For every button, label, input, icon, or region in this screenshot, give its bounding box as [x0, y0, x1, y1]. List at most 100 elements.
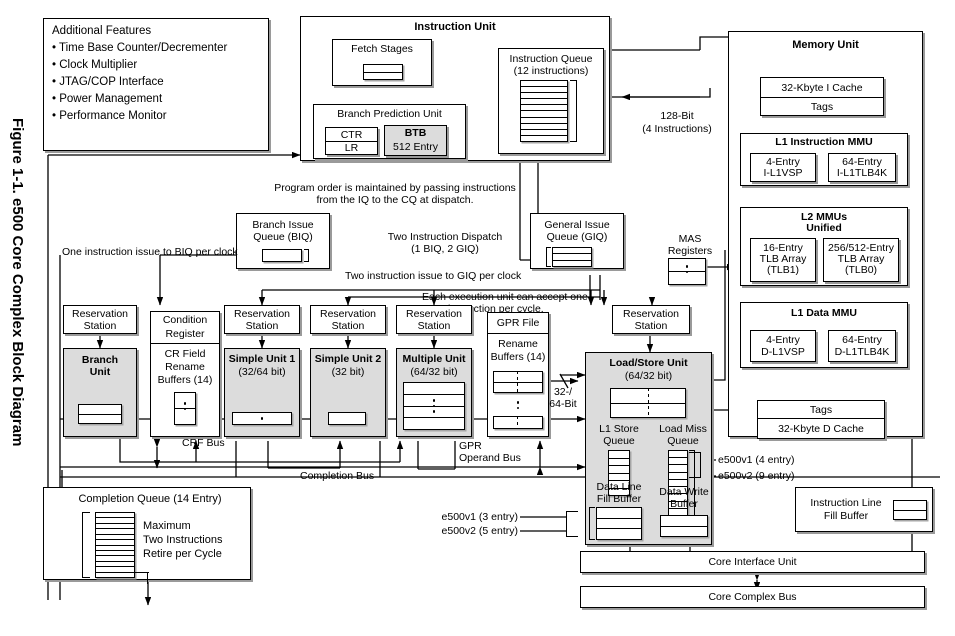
branch-unit-register	[78, 404, 122, 424]
each-exec-unit-note-1: Each execution unit can accept one	[422, 291, 588, 303]
gpr-rename-buffers-label-1: Rename	[498, 338, 538, 350]
completion-queue-entries	[95, 512, 135, 578]
instruction-line-fill-buffer-label-2: Fill Buffer	[823, 510, 869, 522]
simple-unit-1-width: (32/64 bit)	[238, 366, 286, 378]
core-interface-unit-label: Core Interface Unit	[708, 556, 797, 568]
gpr-file-label: GPR File	[496, 317, 540, 329]
bus-width-128bit-label: 128-Bit	[660, 110, 694, 122]
l1-instruction-mmu-title: L1 Instruction MMU	[775, 135, 873, 148]
additional-feature-item: • Time Base Counter/Decrementer	[52, 42, 228, 54]
cr-rename-buffer-dots	[174, 397, 196, 415]
d-cache-tags-label: Tags	[809, 403, 833, 416]
simple-unit-1-label: Simple Unit 1	[228, 353, 296, 365]
dlfb-e500v1-label: e500v1 (3 entry)	[441, 511, 518, 523]
gpr-bus-width-label-1: 32-/	[553, 386, 573, 398]
multiple-unit-label: Multiple Unit	[402, 353, 466, 365]
completion-queue-bracket	[82, 512, 90, 578]
instruction-unit-title: Instruction Unit	[414, 21, 496, 33]
i-l1vsp-label: I-L1VSP	[763, 166, 803, 179]
l1-data-mmu-title: L1 Data MMU	[791, 306, 857, 319]
instruction-queue-entries	[520, 80, 568, 142]
btb-label: BTB	[404, 127, 427, 139]
i-l1tlb4k-label: I-L1TLB4K	[836, 166, 888, 179]
tlb0-name: (TLB0)	[844, 263, 878, 276]
data-write-buffer-label-2: Buffer	[670, 498, 698, 510]
i-cache-tags-label: Tags	[810, 100, 834, 113]
program-order-note-line2: from the IQ to the CQ at dispatch.	[316, 194, 474, 206]
additional-feature-item: • Performance Monitor	[52, 110, 167, 122]
fetch-stages-register	[363, 64, 403, 80]
cr-field-rename-label-3: Buffers (14)	[157, 374, 213, 386]
reservation-station-su1-label: Reservation Station	[233, 307, 291, 332]
completion-queue-note-3: Retire per Cycle	[143, 548, 222, 560]
gpr-rename-buffer-entries-bottom	[493, 416, 543, 429]
crf-bus-label: CRF Bus	[182, 437, 225, 449]
branch-prediction-unit-label: Branch Prediction Unit	[337, 107, 442, 120]
load-store-unit-width: (64/32 bit)	[624, 370, 673, 382]
condition-register-label-1: Condition	[162, 314, 208, 326]
mas-registers-label-2: Registers	[667, 245, 713, 257]
additional-features-title: Additional Features	[52, 25, 152, 37]
dlfb-bracket-inner	[566, 511, 578, 537]
condition-register-label-2: Register	[165, 328, 205, 340]
general-issue-queue-entries	[552, 247, 592, 267]
gpr-operand-bus-label-1: GPR	[459, 440, 482, 452]
mas-registers-label-1: MAS	[678, 233, 702, 245]
completion-bus-label: Completion Bus	[300, 470, 375, 482]
completion-queue-title: Completion Queue (14 Entry)	[78, 493, 222, 505]
load-miss-queue-label-1: Load Miss	[659, 423, 707, 435]
simple-unit-2-width: (32 bit)	[331, 366, 365, 378]
two-instruction-dispatch-label-2: (1 BIQ, 2 GIQ)	[411, 243, 479, 255]
program-order-note-line1: Program order is maintained by passing i…	[274, 182, 516, 194]
branch-issue-queue-label-2: Queue (BIQ)	[253, 230, 313, 243]
lsu-register-dash	[648, 388, 649, 418]
l2-mmus-subtitle: Unified	[806, 221, 842, 234]
d-l1vsp-label: D-L1VSP	[761, 345, 805, 358]
figure-canvas: Figure 1-1. e500 Core Complex Block Diag…	[0, 0, 955, 636]
btb-entries-label: 512 Entry	[393, 141, 438, 153]
simple-unit-2-label: Simple Unit 2	[314, 353, 382, 365]
gpr-rename-buffers-label-2: Buffers (14)	[490, 351, 546, 363]
gpr-operand-bus-label-2: Operand Bus	[459, 452, 521, 464]
gpr-rename-dash-top	[517, 371, 518, 393]
additional-feature-item: • Power Management	[52, 93, 163, 105]
two-issue-giq-label: Two instruction issue to GIQ per clock	[345, 270, 522, 282]
d-cache-label: 32-Kbyte D Cache	[778, 422, 864, 435]
fetch-stages-label: Fetch Stages	[351, 42, 413, 55]
reservation-station-branch-label: Reservation Station	[71, 307, 129, 332]
cr-field-rename-label-2: Rename	[165, 361, 205, 373]
i-cache-label: 32-Kbyte I Cache	[781, 81, 863, 94]
load-miss-queue-bracket-inner	[689, 452, 701, 478]
instruction-queue-bracket	[570, 80, 577, 142]
memory-unit-title: Memory Unit	[792, 39, 859, 51]
data-write-buffer-entries	[660, 515, 708, 537]
dlfb-e500v2-label: e500v2 (5 entry)	[441, 525, 518, 537]
reservation-station-su2-label: Reservation Station	[319, 307, 377, 332]
d-l1tlb4k-label: D-L1TLB4K	[834, 345, 890, 358]
load-miss-queue-label-2: Queue	[667, 435, 699, 447]
lmq-e500v1-label: e500v1 (4 entry)	[718, 454, 795, 466]
gpr-bus-width-label-2: 64-Bit	[549, 398, 577, 410]
cr-field-rename-label-1: CR Field	[164, 348, 206, 360]
data-line-fill-buffer-label-2: Fill Buffer	[596, 493, 642, 505]
general-issue-queue-label-2: Queue (GIQ)	[546, 230, 608, 243]
bus-width-128bit-instructions: (4 Instructions)	[642, 123, 712, 135]
gpr-rename-buffer-dots	[514, 396, 522, 414]
gpr-rename-buffer-entries-top	[493, 371, 543, 393]
completion-queue-note-1: Maximum	[143, 520, 191, 532]
dlfb-bracket-outer	[589, 507, 595, 540]
data-write-buffer-label-1: Data Write	[659, 486, 709, 498]
mas-registers-dots	[668, 262, 706, 276]
l1-store-queue-label-1: L1 Store	[599, 423, 639, 435]
giq-bracket	[546, 247, 551, 267]
completion-queue-note-2: Two Instructions	[143, 534, 223, 546]
data-line-fill-buffer-entries	[596, 507, 642, 540]
load-store-unit-title: Load/Store Unit	[609, 357, 688, 369]
additional-feature-item: • JTAG/COP Interface	[52, 76, 164, 88]
reservation-station-mu-label: Reservation Station	[405, 307, 463, 332]
simple-unit-1-dots	[258, 414, 266, 423]
additional-feature-item: • Clock Multiplier	[52, 59, 138, 71]
tlb1-name: (TLB1)	[766, 263, 800, 276]
ctr-register-label: CTR	[340, 128, 363, 141]
one-issue-biq-label: One instruction issue to BIQ per clock	[62, 246, 238, 258]
